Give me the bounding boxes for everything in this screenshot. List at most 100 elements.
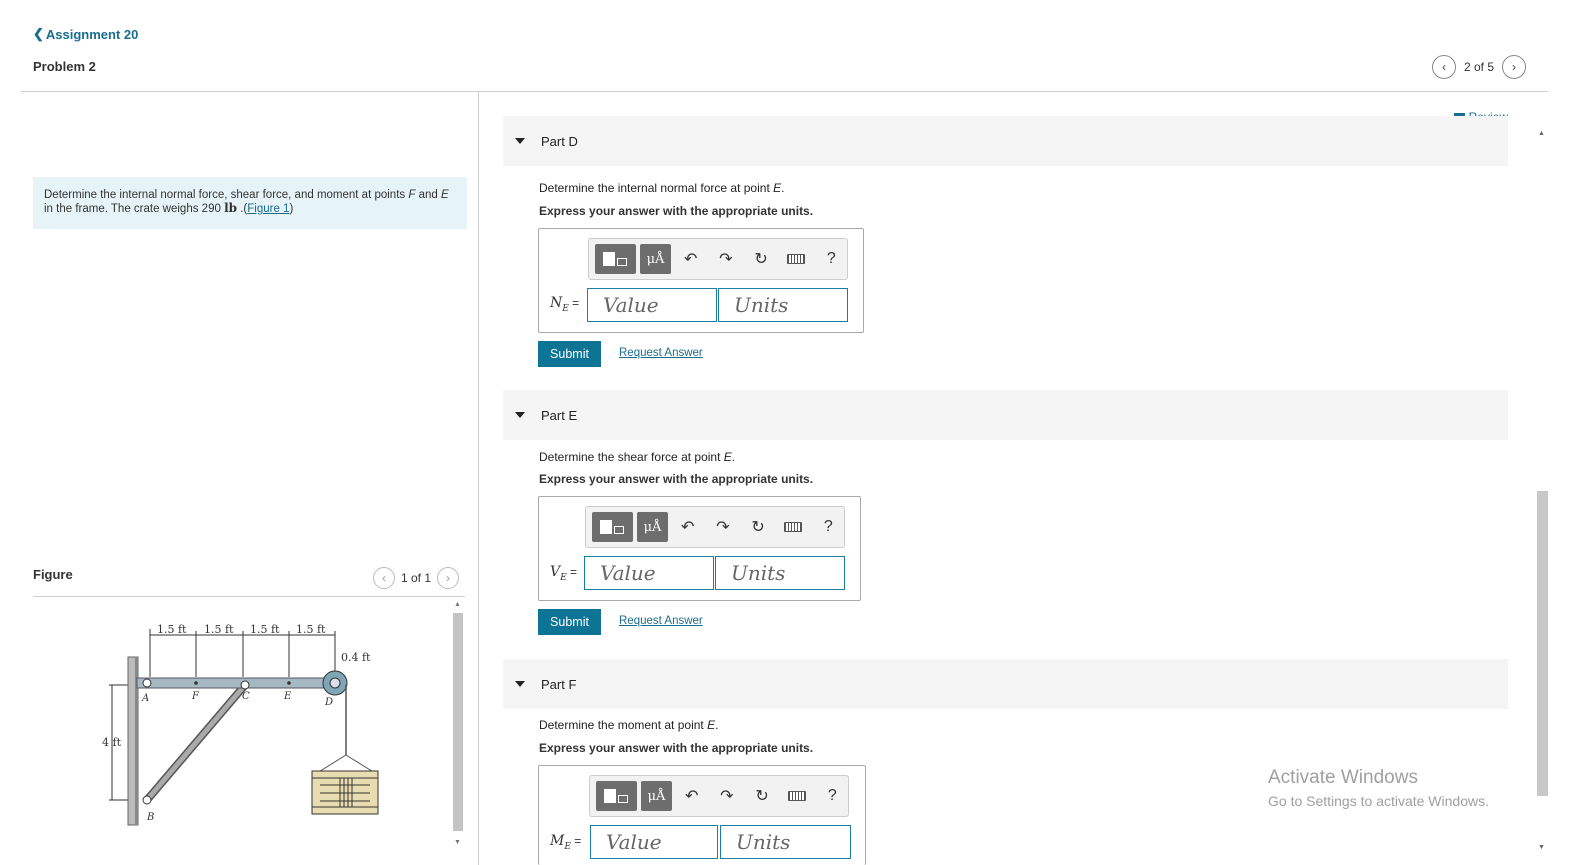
keyboard-button[interactable] bbox=[781, 244, 812, 274]
units-symbol: μÅ bbox=[646, 251, 665, 267]
back-to-assignment-link[interactable]: ❮ Assignment 20 bbox=[33, 26, 138, 42]
caret-down-icon bbox=[515, 681, 525, 687]
undo-icon: ↶ bbox=[683, 251, 698, 268]
scroll-up-icon[interactable]: ▲ bbox=[454, 601, 461, 608]
units-input[interactable]: Units bbox=[718, 288, 848, 322]
page-scrollbar[interactable]: ▲ ▼ bbox=[1534, 128, 1550, 858]
dim-label: 1.5 ft bbox=[204, 623, 234, 636]
request-answer-link[interactable]: Request Answer bbox=[619, 347, 703, 359]
math-toolbar: μÅ ↶ ↷ ↻ ? bbox=[588, 238, 848, 280]
part-d-question: Determine the internal normal force at p… bbox=[539, 181, 784, 195]
redo-button[interactable]: ↷ bbox=[707, 512, 738, 542]
page-scroll-thumb[interactable] bbox=[1537, 491, 1548, 796]
keyboard-button[interactable] bbox=[778, 512, 809, 542]
question-text: Determine the shear force at point bbox=[539, 450, 724, 464]
weight-unit: lb bbox=[224, 201, 238, 215]
math-toolbar: μÅ ↶ ↷ ↻ ? bbox=[585, 506, 845, 548]
templates-button[interactable] bbox=[596, 781, 637, 811]
variable-label: ME = bbox=[550, 833, 581, 852]
part-f-header[interactable]: Part F bbox=[503, 659, 1508, 709]
part-e-header[interactable]: Part E bbox=[503, 390, 1508, 440]
help-button[interactable]: ? bbox=[816, 244, 847, 274]
undo-button[interactable]: ↶ bbox=[676, 781, 707, 811]
chevron-right-icon: › bbox=[446, 571, 451, 585]
point-label: F bbox=[191, 691, 200, 702]
part-title: Part D bbox=[541, 133, 578, 149]
undo-button[interactable]: ↶ bbox=[675, 244, 706, 274]
figure-link[interactable]: Figure 1 bbox=[247, 203, 289, 215]
templates-button[interactable] bbox=[595, 244, 636, 274]
problem-text: Determine the internal normal force, she… bbox=[44, 189, 409, 201]
problem-text: .( bbox=[237, 203, 248, 215]
problem-title: Problem 2 bbox=[33, 59, 96, 74]
reset-button[interactable]: ↻ bbox=[742, 512, 773, 542]
reset-icon: ↻ bbox=[751, 519, 765, 536]
part-title: Part E bbox=[541, 407, 578, 423]
part-e-instruction: Express your answer with the appropriate… bbox=[539, 472, 814, 486]
part-title: Part F bbox=[541, 676, 577, 692]
help-icon: ? bbox=[823, 518, 833, 535]
problem-text: in the frame. The crate weighs 290 bbox=[44, 203, 225, 215]
pane-divider bbox=[478, 92, 479, 865]
prev-figure-button[interactable]: ‹ bbox=[373, 567, 395, 589]
submit-button[interactable]: Submit bbox=[538, 341, 601, 367]
redo-button[interactable]: ↷ bbox=[710, 244, 741, 274]
templates-button[interactable] bbox=[592, 512, 633, 542]
figure-scroll-thumb[interactable] bbox=[453, 613, 463, 831]
submit-button[interactable]: Submit bbox=[538, 609, 601, 635]
radius-label: 0.4 ft bbox=[341, 651, 371, 664]
redo-button[interactable]: ↷ bbox=[711, 781, 742, 811]
problem-statement: Determine the internal normal force, she… bbox=[33, 177, 467, 229]
units-button[interactable]: μÅ bbox=[640, 781, 673, 811]
header-divider bbox=[21, 91, 1548, 92]
undo-button[interactable]: ↶ bbox=[672, 512, 703, 542]
scroll-down-icon[interactable]: ▼ bbox=[454, 839, 461, 846]
equals-sign: = bbox=[570, 834, 582, 848]
template-icon bbox=[603, 252, 628, 266]
scroll-up-icon[interactable]: ▲ bbox=[1538, 130, 1545, 137]
figure-scrollbar[interactable]: ▲ ▼ bbox=[451, 597, 465, 850]
request-answer-link[interactable]: Request Answer bbox=[619, 615, 703, 627]
question-point: E bbox=[773, 181, 782, 195]
var-subscript: E bbox=[560, 572, 567, 583]
prev-problem-button[interactable]: ‹ bbox=[1431, 55, 1456, 79]
problem-text: and bbox=[415, 189, 441, 201]
next-figure-button[interactable]: › bbox=[437, 567, 460, 589]
part-f-answer-box: μÅ ↶ ↷ ↻ ? ME = Value Units bbox=[538, 765, 866, 865]
redo-icon: ↷ bbox=[716, 519, 730, 536]
chevron-left-icon: ‹ bbox=[1441, 60, 1446, 74]
var-letter: N bbox=[550, 295, 563, 311]
part-d-header[interactable]: Part D bbox=[503, 116, 1508, 166]
reset-button[interactable]: ↻ bbox=[745, 244, 776, 274]
help-button[interactable]: ? bbox=[817, 781, 848, 811]
equals-sign: = bbox=[568, 296, 580, 310]
frame-figure: 1.5 ft 1.5 ft 1.5 ft 1.5 ft 0.4 ft 4 ft bbox=[102, 623, 379, 826]
units-button[interactable]: μÅ bbox=[636, 512, 669, 542]
help-button[interactable]: ? bbox=[813, 512, 844, 542]
variable-label: NE = bbox=[550, 295, 579, 314]
value-input[interactable]: Value bbox=[590, 825, 718, 859]
scroll-down-icon[interactable]: ▼ bbox=[1538, 844, 1545, 851]
var-letter: M bbox=[550, 833, 565, 849]
next-problem-button[interactable]: › bbox=[1502, 55, 1526, 79]
units-input[interactable]: Units bbox=[715, 556, 845, 590]
value-input[interactable]: Value bbox=[584, 556, 714, 590]
part-d-instruction: Express your answer with the appropriate… bbox=[539, 204, 814, 218]
help-icon: ? bbox=[827, 787, 837, 804]
units-button[interactable]: μÅ bbox=[639, 244, 672, 274]
value-input[interactable]: Value bbox=[587, 288, 717, 322]
help-icon: ? bbox=[826, 250, 836, 267]
math-toolbar: μÅ ↶ ↷ ↻ ? bbox=[589, 775, 849, 817]
question-text: Determine the moment at point bbox=[539, 718, 708, 732]
units-input[interactable]: Units bbox=[720, 825, 851, 859]
part-e-question: Determine the shear force at point E. bbox=[539, 450, 735, 464]
redo-icon: ↷ bbox=[720, 788, 734, 805]
question-point: E bbox=[707, 718, 716, 732]
reset-button[interactable]: ↻ bbox=[746, 781, 777, 811]
chevron-right-icon: › bbox=[1512, 60, 1516, 74]
part-e-answer-box: μÅ ↶ ↷ ↻ ? VE = Value Units bbox=[538, 496, 861, 601]
question-text: Determine the internal normal force at p… bbox=[539, 181, 774, 195]
equals-sign: = bbox=[566, 565, 578, 579]
keyboard-button[interactable] bbox=[782, 781, 813, 811]
redo-icon: ↷ bbox=[719, 251, 733, 268]
